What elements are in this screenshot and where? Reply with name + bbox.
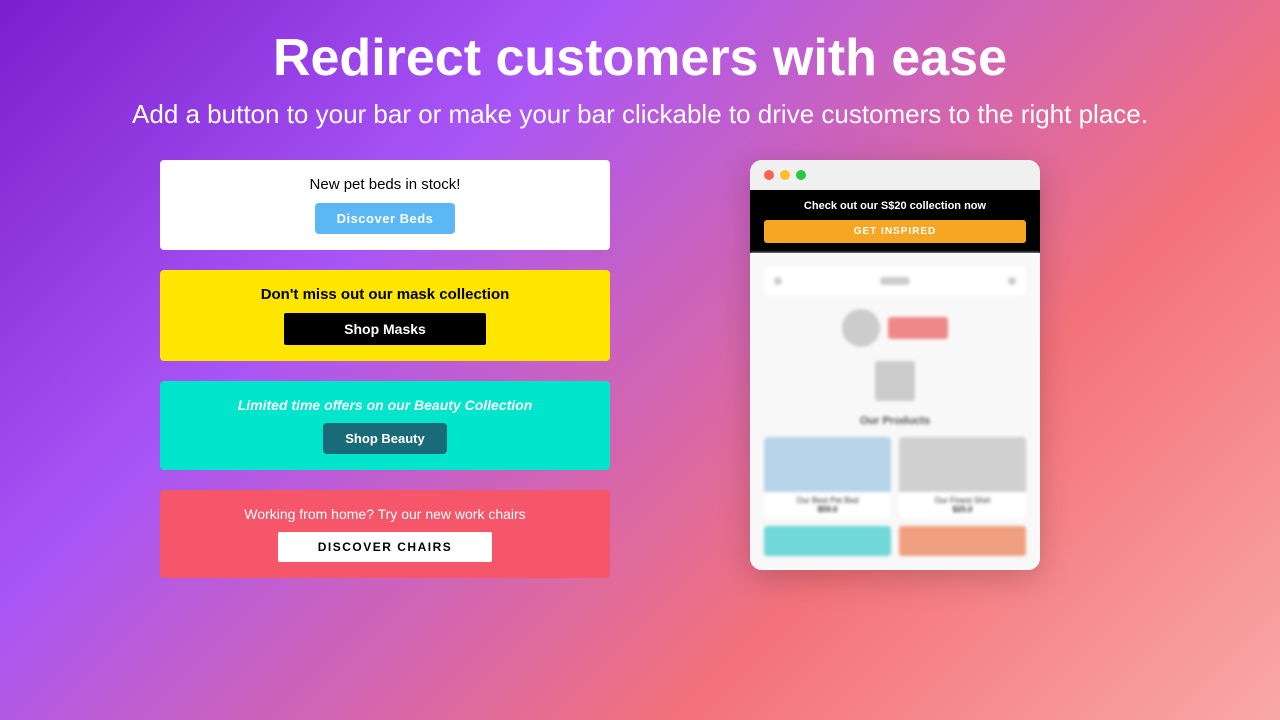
bar-beauty: Limited time offers on our Beauty Collec… (160, 381, 610, 470)
bar-pets: New pet beds in stock! Discover Beds (160, 160, 610, 250)
product-image-2 (899, 437, 1026, 492)
bar-pets-text: New pet beds in stock! (310, 176, 461, 193)
bottom-image-1 (764, 526, 891, 556)
bars-column: New pet beds in stock! Discover Beds Don… (160, 160, 610, 578)
bar-chairs-text: Working from home? Try our new work chai… (244, 506, 525, 522)
discover-beds-button[interactable]: Discover Beds (315, 203, 456, 234)
bar-masks-text: Don't miss out our mask collection (261, 286, 510, 303)
page-header: Redirect customers with ease Add a butto… (132, 30, 1148, 130)
browser-announcement-bar: Check out our S$20 collection now GET IN… (750, 190, 1040, 253)
browser-dot-maximize (796, 170, 806, 180)
toolbar-bar (880, 277, 910, 285)
browser-mockup: Check out our S$20 collection now GET IN… (750, 160, 1040, 570)
bar-chairs: Working from home? Try our new work chai… (160, 490, 610, 578)
product-card-2: Our Finest Shirt $25.0 (899, 437, 1026, 518)
store-logo-icon (842, 309, 880, 347)
bar-beauty-text: Limited time offers on our Beauty Collec… (238, 397, 533, 413)
get-inspired-button[interactable]: GET INSPIRED (764, 220, 1026, 243)
bar-masks: Don't miss out our mask collection Shop … (160, 270, 610, 361)
browser-column: Check out our S$20 collection now GET IN… (670, 160, 1120, 570)
toolbar-icon-1 (774, 277, 782, 285)
page-subtitle: Add a button to your bar or make your ba… (132, 99, 1148, 130)
product-price-1: $59.0 (770, 505, 885, 514)
store-logo-area (764, 309, 1026, 347)
browser-dot-close (764, 170, 774, 180)
shop-masks-button[interactable]: Shop Masks (284, 313, 486, 345)
browser-titlebar (750, 160, 1040, 190)
browser-announcement-text: Check out our S$20 collection now (804, 200, 986, 212)
browser-nav-toolbar (764, 267, 1026, 295)
store-logo-text (888, 317, 948, 339)
product-name-1: Our Best Pet Bed (770, 496, 885, 505)
product-info-2: Our Finest Shirt $25.0 (899, 492, 1026, 518)
products-grid: Our Best Pet Bed $59.0 Our Finest Shirt … (764, 437, 1026, 518)
bottom-images (764, 526, 1026, 556)
browser-dot-minimize (780, 170, 790, 180)
browser-page-content: Our Products Our Best Pet Bed $59.0 Our … (750, 253, 1040, 570)
product-name-2: Our Finest Shirt (905, 496, 1020, 505)
products-section-title: Our Products (764, 415, 1026, 427)
product-info-1: Our Best Pet Bed $59.0 (764, 492, 891, 518)
page-title: Redirect customers with ease (132, 30, 1148, 87)
discover-chairs-button[interactable]: DISCOVER CHAIRS (278, 532, 493, 562)
product-price-2: $25.0 (905, 505, 1020, 514)
main-content: New pet beds in stock! Discover Beds Don… (160, 160, 1120, 578)
product-hero-image (875, 361, 915, 401)
bottom-image-2 (899, 526, 1026, 556)
shop-beauty-button[interactable]: Shop Beauty (323, 423, 446, 454)
product-card-1: Our Best Pet Bed $59.0 (764, 437, 891, 518)
toolbar-icon-2 (1008, 277, 1016, 285)
product-image-1 (764, 437, 891, 492)
